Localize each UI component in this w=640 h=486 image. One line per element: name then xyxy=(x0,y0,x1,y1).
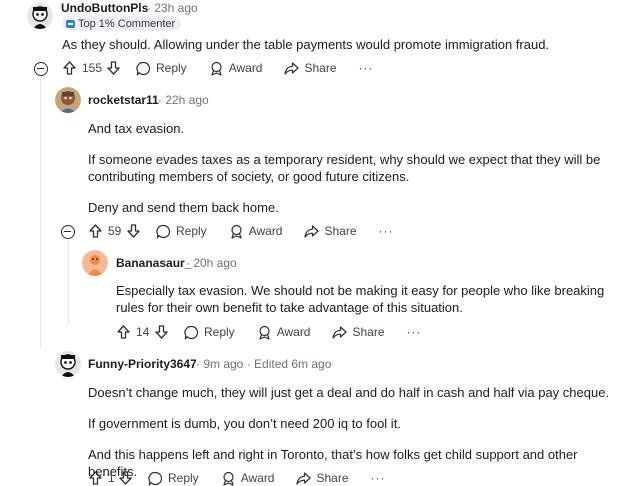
reply-button[interactable]: Reply xyxy=(184,325,235,340)
award-label: Award xyxy=(228,61,263,75)
thread-line-root xyxy=(40,78,41,348)
comment-author[interactable]: Bananasaur_ xyxy=(116,256,191,270)
thread-line-reply-1 xyxy=(68,240,69,325)
avatar-bananasaur[interactable] xyxy=(82,250,108,276)
vote-count: 1 xyxy=(108,471,115,485)
comment-actions: 59 Reply Award Share ··· xyxy=(88,221,394,241)
award-button[interactable]: Award xyxy=(209,61,263,76)
share-arrow-icon xyxy=(284,61,300,75)
arrow-up-icon[interactable] xyxy=(88,471,102,485)
reply-button[interactable]: Reply xyxy=(136,61,187,76)
award-label: Award xyxy=(248,224,283,238)
arrow-up-icon[interactable] xyxy=(88,224,102,238)
comment-actions: 1 Reply Award Share ··· xyxy=(88,468,386,486)
reply-label: Reply xyxy=(176,224,207,238)
comment-author[interactable]: Funny-Priority3647 xyxy=(88,357,197,371)
arrow-up-icon[interactable] xyxy=(116,325,130,339)
more-options-button[interactable]: ··· xyxy=(371,471,386,485)
avatar-rocketstar11[interactable] xyxy=(55,87,81,113)
badge-icon xyxy=(66,19,75,28)
comment-body: And tax evasion. If someone evades taxes… xyxy=(88,120,608,216)
share-button[interactable]: Share xyxy=(332,325,385,340)
vote-count: 59 xyxy=(108,224,122,238)
vote-count: 14 xyxy=(136,325,150,339)
avatar-funny-priority3647[interactable] xyxy=(55,351,81,377)
share-arrow-icon xyxy=(332,325,348,339)
reply-label: Reply xyxy=(168,471,199,485)
minus-circle-icon[interactable] xyxy=(61,225,75,239)
share-arrow-icon xyxy=(304,224,320,238)
speech-bubble-icon xyxy=(156,224,171,239)
reply-button[interactable]: Reply xyxy=(156,224,207,239)
share-button[interactable]: Share xyxy=(284,61,337,76)
comment-author[interactable]: rocketstar11 xyxy=(88,93,159,107)
avatar-undobuttonpls[interactable] xyxy=(27,3,53,29)
reply-button[interactable]: Reply xyxy=(148,471,199,486)
award-icon xyxy=(231,224,242,239)
vote-count: 155 xyxy=(82,61,103,75)
share-label: Share xyxy=(316,471,349,485)
share-button[interactable]: Share xyxy=(296,471,349,486)
speech-bubble-icon xyxy=(184,325,199,340)
award-button[interactable]: Award xyxy=(257,325,311,340)
award-label: Award xyxy=(276,325,311,339)
comment-actions: 155 Reply Award Share ··· xyxy=(62,58,374,78)
comment-timestamp: · 22h ago xyxy=(158,93,209,107)
speech-bubble-icon xyxy=(136,61,151,76)
share-button[interactable]: Share xyxy=(304,224,357,239)
arrow-down-icon[interactable] xyxy=(126,224,140,238)
more-options-button[interactable]: ··· xyxy=(407,325,422,339)
award-label: Award xyxy=(240,471,275,485)
share-label: Share xyxy=(352,325,385,339)
minus-circle-icon[interactable] xyxy=(34,62,48,76)
share-label: Share xyxy=(304,61,337,75)
share-arrow-icon xyxy=(296,471,312,485)
arrow-down-icon[interactable] xyxy=(118,471,132,485)
flair-label: Top 1% Commenter xyxy=(78,17,176,30)
award-icon xyxy=(223,471,234,486)
comment-body: As they should. Allowing under the table… xyxy=(62,36,622,53)
comment-paragraph: If someone evades taxes as a temporary r… xyxy=(88,152,601,184)
arrow-up-icon[interactable] xyxy=(62,61,76,75)
more-options-button[interactable]: ··· xyxy=(379,224,394,238)
comment-paragraph: If government is dumb, you don’t need 20… xyxy=(88,416,401,431)
comment-paragraph: Deny and send them back home. xyxy=(88,200,279,215)
comment-actions: 14 Reply Award Share ··· xyxy=(116,322,422,342)
comment-paragraph: Doesn’t change much, they will just get … xyxy=(88,385,610,400)
award-button[interactable]: Award xyxy=(221,471,275,486)
comment-timestamp: · 20h ago xyxy=(186,256,237,270)
award-icon xyxy=(259,325,270,340)
award-icon xyxy=(211,61,222,76)
comment-author[interactable]: UndoButtonPls xyxy=(61,1,148,15)
reply-label: Reply xyxy=(156,61,187,75)
share-label: Share xyxy=(324,224,357,238)
comment-timestamp: · 9m ago · Edited 6m ago xyxy=(196,357,332,371)
comment-paragraph: As they should. Allowing under the table… xyxy=(62,37,550,52)
more-options-button[interactable]: ··· xyxy=(359,61,374,75)
arrow-down-icon[interactable] xyxy=(154,325,168,339)
comment-paragraph: Especially tax evasion. We should not be… xyxy=(116,283,605,315)
arrow-down-icon[interactable] xyxy=(106,61,120,75)
award-button[interactable]: Award xyxy=(229,224,283,239)
user-flair: Top 1% Commenter xyxy=(62,16,182,31)
comment-timestamp: · 23h ago xyxy=(147,1,198,15)
comment-body: Especially tax evasion. We should not be… xyxy=(116,282,636,316)
comment-paragraph: And tax evasion. xyxy=(88,121,185,136)
comment-body: Doesn’t change much, they will just get … xyxy=(88,384,628,480)
reply-label: Reply xyxy=(204,325,235,339)
speech-bubble-icon xyxy=(148,471,163,486)
